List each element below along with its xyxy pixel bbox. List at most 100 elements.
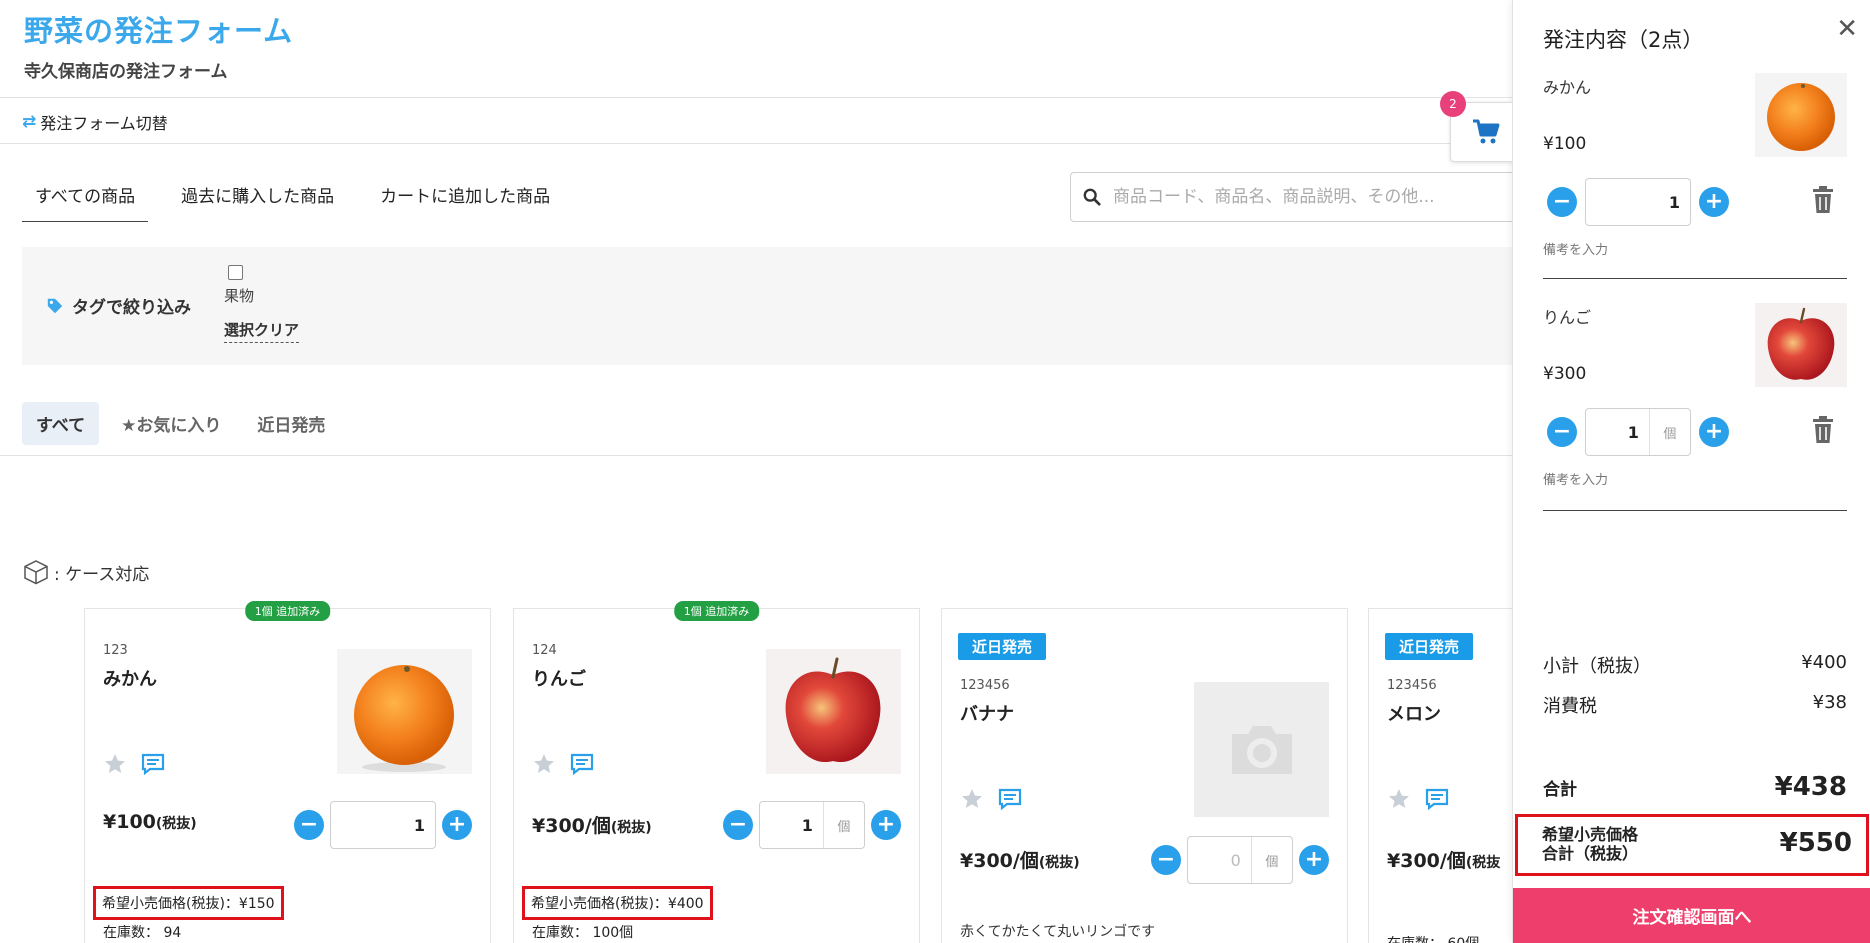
subtab-favorites[interactable]: ★お気に入り (107, 402, 235, 445)
minus-icon[interactable]: − (294, 810, 324, 840)
quantity-unit: 個 (1648, 409, 1690, 455)
quantity-value: 0 (1230, 850, 1241, 870)
plus-icon[interactable]: + (1699, 417, 1729, 447)
cart-item-memo-input[interactable]: 備考を入力 (1543, 239, 1608, 258)
memo-icon[interactable] (141, 752, 165, 776)
cart-item-price: ¥100 (1543, 134, 1587, 154)
quantity-value: 1 (1627, 422, 1639, 442)
product-price: ¥100(税抜) (103, 811, 197, 833)
plus-icon[interactable]: + (871, 810, 901, 840)
clear-selection-button[interactable]: 選択クリア (224, 319, 300, 343)
order-confirm-button[interactable]: 注文確認画面へ (1513, 888, 1870, 943)
price-value: ¥300/個 (1387, 850, 1466, 872)
search-icon (1083, 188, 1101, 206)
cart-item-quantity-input[interactable]: 1 (1585, 178, 1691, 226)
tab-purchased-products[interactable]: 過去に購入した商品 (168, 178, 347, 222)
close-icon[interactable]: ✕ (1836, 14, 1858, 44)
price-value: ¥300/個 (532, 815, 611, 837)
cart-item-image-apple (1755, 303, 1847, 387)
favorite-star-icon[interactable] (960, 787, 984, 811)
tab-cart-products[interactable]: カートに追加した商品 (367, 178, 563, 222)
tax-row: 消費税 ¥38 (1543, 692, 1847, 718)
favorite-star-icon[interactable] (103, 752, 127, 776)
minus-icon[interactable]: − (1151, 845, 1181, 875)
total-label: 合計 (1543, 780, 1577, 800)
retail-total-label-line1: 希望小売価格 (1542, 825, 1639, 844)
memo-icon[interactable] (570, 752, 594, 776)
subtab-all[interactable]: すべて (22, 402, 100, 445)
tab-all-products[interactable]: すべての商品 (22, 178, 149, 222)
cart-item-quantity-input[interactable]: 1個 (1585, 408, 1691, 456)
cart-icon (1472, 119, 1499, 144)
form-switch-link[interactable]: ⇄ 発注フォーム切替 (22, 110, 168, 134)
order-summary-sidebar: 発注内容（2点） ✕ みかん ¥100 − 1 + 備考を入力 りんご ¥300… (1512, 0, 1870, 943)
tag-filter-label: タグで絞り込み (46, 293, 191, 318)
cart-item-stepper: − 1 + (1547, 178, 1729, 226)
favorite-star-icon[interactable] (532, 752, 556, 776)
product-card: 近日発売 123456 バナナ ¥300/個(税抜) − 0 個 + 赤くてかた… (941, 608, 1348, 943)
quantity-input[interactable]: 0個 (1187, 836, 1293, 884)
tax-label: (税抜) (155, 816, 197, 832)
product-price: ¥300/個(税抜 (1387, 846, 1500, 873)
retail-total-highlight: 希望小売価格 合計（税抜） ¥550 (1515, 814, 1869, 876)
page-title: 野菜の発注フォーム (24, 14, 294, 48)
subtotal-row: 小計（税抜） ¥400 (1543, 652, 1847, 678)
plus-icon[interactable]: + (1699, 187, 1729, 217)
product-card: 1個 追加済み 124 りんご ¥300/個(税抜) − 1 個 + 希望小売価… (513, 601, 920, 943)
header-divider (0, 97, 1512, 98)
camera-icon (1231, 725, 1292, 774)
product-image-placeholder (1194, 682, 1329, 817)
trash-icon[interactable] (1811, 186, 1835, 214)
quantity-value: 1 (413, 815, 425, 835)
tax-label: (税抜) (610, 820, 652, 836)
price-value: ¥300/個 (960, 850, 1039, 872)
form-switch-label: 発注フォーム切替 (40, 114, 168, 133)
product-description: 赤くてかたくて丸いリンゴです (960, 924, 1156, 940)
quantity-stepper: − 1個 + (723, 801, 901, 849)
search-input[interactable] (1113, 187, 1493, 207)
tag-checkbox-fruit[interactable] (228, 265, 243, 280)
price-value: ¥100 (103, 811, 156, 833)
stock-count: 在庫数： 94 (103, 925, 182, 941)
case-note: : ケース対応 (22, 558, 149, 586)
minus-icon[interactable]: − (1547, 187, 1577, 217)
retail-price-highlight: 希望小売価格(税抜)：¥150 (93, 886, 284, 920)
memo-icon[interactable] (1425, 787, 1449, 811)
retail-total-label: 希望小売価格 合計（税抜） (1542, 825, 1638, 863)
cart-item-name: みかん (1543, 78, 1592, 97)
order-form-page: 野菜の発注フォーム 寺久保商店の発注フォーム ⇄ 発注フォーム切替 すべての商品… (0, 0, 1870, 943)
tag-name-fruit: 果物 (224, 287, 255, 305)
subtab-coming-soon[interactable]: 近日発売 (243, 402, 339, 445)
subtotal-value: ¥400 (1801, 652, 1847, 673)
main-area: 野菜の発注フォーム 寺久保商店の発注フォーム ⇄ 発注フォーム切替 すべての商品… (0, 0, 1512, 943)
product-name: りんご (532, 669, 586, 690)
tag-filter-text: タグで絞り込み (72, 298, 191, 318)
total-value: ¥438 (1774, 772, 1847, 802)
product-image-orange (337, 649, 472, 774)
product-code: 124 (532, 643, 557, 658)
cart-item-price: ¥300 (1543, 364, 1587, 384)
plus-icon[interactable]: + (442, 810, 472, 840)
product-image-apple (766, 649, 901, 774)
quantity-input[interactable]: 1個 (759, 801, 865, 849)
trash-icon[interactable] (1811, 416, 1835, 444)
minus-icon[interactable]: − (723, 810, 753, 840)
search-box (1070, 172, 1512, 222)
quantity-input[interactable]: 1 (330, 801, 436, 849)
favorite-star-icon[interactable] (1387, 787, 1411, 811)
added-to-cart-badge: 1個 追加済み (244, 601, 331, 621)
product-card: 近日発売 123456 メロン ¥300/個(税抜 在庫数： 60個 (1368, 608, 1512, 943)
memo-icon[interactable] (998, 787, 1022, 811)
plus-icon[interactable]: + (1299, 845, 1329, 875)
sidebar-title: 発注内容（2点） (1543, 28, 1704, 52)
coming-soon-badge: 近日発売 (1385, 633, 1474, 660)
minus-icon[interactable]: − (1547, 417, 1577, 447)
product-tabs: すべての商品 過去に購入した商品 カートに追加した商品 (22, 178, 583, 222)
coming-soon-badge: 近日発売 (958, 633, 1047, 660)
quantity-stepper: − 0個 + (1151, 836, 1329, 884)
cart-item-memo-input[interactable]: 備考を入力 (1543, 469, 1608, 488)
cart-item-image-orange (1755, 73, 1847, 157)
added-to-cart-badge: 1個 追加済み (673, 601, 760, 621)
cart-item-divider (1543, 510, 1847, 511)
quantity-unit: 個 (822, 802, 864, 848)
